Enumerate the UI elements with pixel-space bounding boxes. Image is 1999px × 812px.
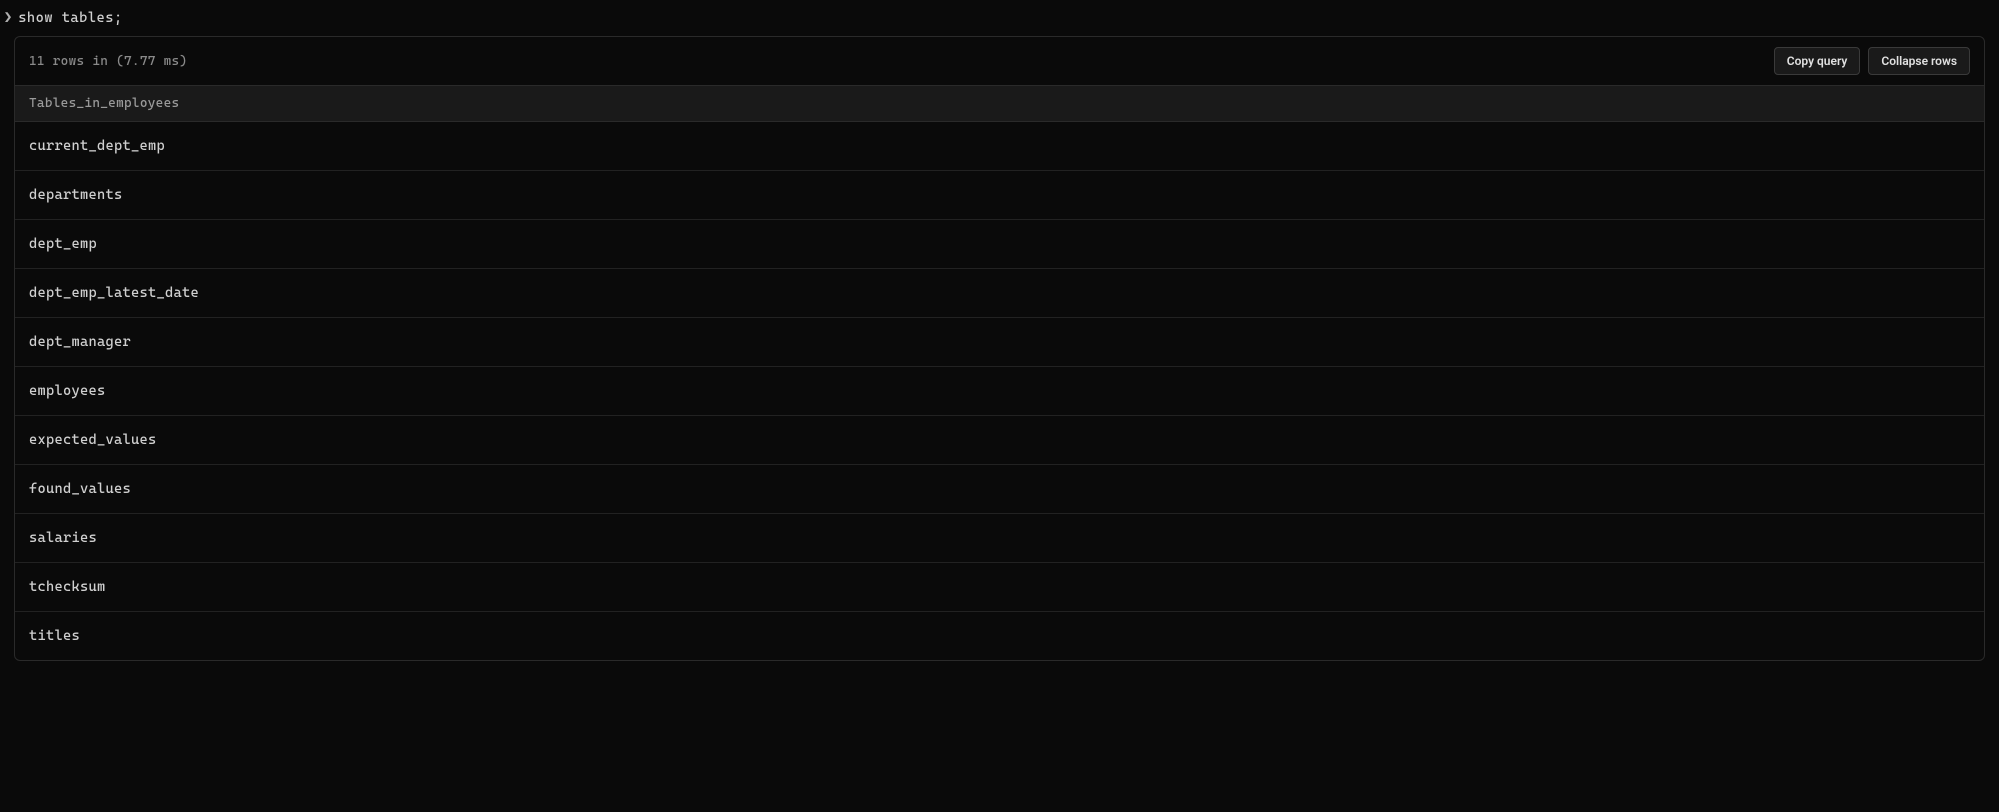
query-prompt-line: ❯ show tables;: [0, 0, 1999, 36]
query-text: show tables;: [18, 10, 122, 26]
result-stats: 11 rows in (7.77 ms): [29, 54, 187, 69]
table-row: dept_emp: [15, 220, 1984, 269]
table-row: departments: [15, 171, 1984, 220]
result-panel: 11 rows in (7.77 ms) Copy query Collapse…: [14, 36, 1985, 661]
table-row: current_dept_emp: [15, 122, 1984, 171]
table-row: dept_emp_latest_date: [15, 269, 1984, 318]
table-row: dept_manager: [15, 318, 1984, 367]
table-row: expected_values: [15, 416, 1984, 465]
copy-query-button[interactable]: Copy query: [1774, 47, 1861, 75]
table-body: current_dept_emp departments dept_emp de…: [15, 122, 1984, 660]
table-row: salaries: [15, 514, 1984, 563]
result-actions: Copy query Collapse rows: [1774, 47, 1970, 75]
prompt-chevron-icon: ❯: [4, 10, 12, 26]
table-column-header: Tables_in_employees: [15, 86, 1984, 122]
result-header: 11 rows in (7.77 ms) Copy query Collapse…: [15, 37, 1984, 86]
table-row: employees: [15, 367, 1984, 416]
table-row: tchecksum: [15, 563, 1984, 612]
table-row: titles: [15, 612, 1984, 660]
table-row: found_values: [15, 465, 1984, 514]
collapse-rows-button[interactable]: Collapse rows: [1868, 47, 1970, 75]
